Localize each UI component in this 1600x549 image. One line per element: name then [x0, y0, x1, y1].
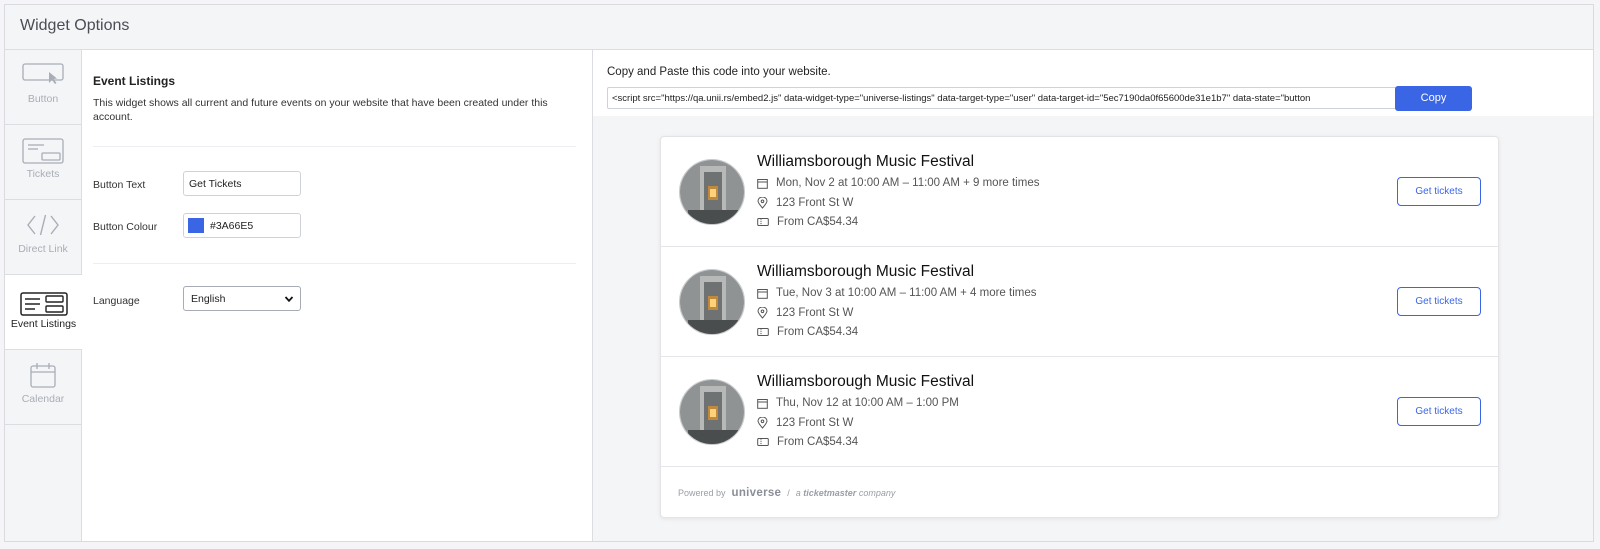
calendar-icon	[757, 398, 768, 409]
button-text-input[interactable]: Get Tickets	[183, 171, 301, 196]
button-colour-input[interactable]: #3A66E5	[183, 213, 301, 238]
event-date: Tue, Nov 3 at 10:00 AM – 11:00 AM + 4 mo…	[776, 287, 1037, 299]
sidebar-item-tickets[interactable]: Tickets	[5, 125, 81, 200]
event-image	[679, 159, 745, 225]
options-title: Event Listings	[93, 74, 176, 88]
button-icon	[22, 63, 64, 84]
divider	[93, 263, 576, 264]
footer-separator: /	[787, 488, 790, 498]
sidebar: Button Tickets Direct Link Event Listing…	[5, 50, 82, 541]
sidebar-item-label: Button	[27, 93, 59, 105]
list-item: Williamsborough Music Festival Tue, Nov …	[661, 247, 1498, 357]
header: Widget Options	[5, 5, 1593, 50]
ticket-icon	[757, 328, 769, 336]
page-title: Widget Options	[20, 17, 130, 34]
event-name[interactable]: Williamsborough Music Festival	[757, 153, 974, 171]
embed-code-input[interactable]: <script src="https://qa.unii.rs/embed2.j…	[607, 87, 1397, 109]
ticketmaster-tagline: a ticketmaster company	[796, 488, 896, 498]
options-description: This widget shows all current and future…	[93, 97, 548, 123]
colour-swatch[interactable]	[188, 218, 204, 233]
location-pin-icon	[757, 307, 768, 319]
sidebar-item-label: Direct Link	[18, 243, 68, 255]
chevron-down-icon	[284, 296, 294, 303]
event-price: From CA$54.34	[777, 216, 859, 228]
sidebar-item-label: Event Listings	[10, 318, 77, 330]
event-name[interactable]: Williamsborough Music Festival	[757, 263, 974, 281]
powered-by-text: Powered by	[678, 488, 726, 498]
embed-code-section: Copy and Paste this code into your websi…	[593, 50, 1593, 116]
code-icon	[27, 214, 59, 236]
tagline-prefix: a	[795, 488, 801, 498]
ticket-icon	[757, 438, 769, 446]
divider	[93, 146, 576, 147]
event-image	[679, 379, 745, 445]
event-price: From CA$54.34	[777, 436, 859, 448]
event-location-row: 123 Front St W	[757, 307, 853, 319]
sidebar-item-button[interactable]: Button	[5, 50, 81, 125]
event-price: From CA$54.34	[777, 326, 859, 338]
event-date-row: Mon, Nov 2 at 10:00 AM – 11:00 AM + 9 mo…	[757, 177, 1039, 189]
calendar-icon	[757, 288, 768, 299]
ticket-icon	[757, 218, 769, 226]
list-item: Williamsborough Music Festival Thu, Nov …	[661, 357, 1498, 467]
event-location-row: 123 Front St W	[757, 417, 853, 429]
universe-logo[interactable]: universe	[732, 487, 782, 499]
language-selected-value: English	[191, 293, 226, 305]
event-location: 123 Front St W	[776, 197, 854, 209]
tagline-suffix: company	[858, 488, 896, 498]
event-date: Mon, Nov 2 at 10:00 AM – 11:00 AM + 9 mo…	[776, 177, 1040, 189]
event-date-row: Thu, Nov 12 at 10:00 AM – 1:00 PM	[757, 397, 959, 409]
powered-by-footer: Powered by universe / a ticketmaster com…	[678, 487, 895, 499]
event-date-row: Tue, Nov 3 at 10:00 AM – 11:00 AM + 4 mo…	[757, 287, 1036, 299]
location-pin-icon	[757, 417, 768, 429]
widget-options-window: Widget Options Button Tickets Direct Lin…	[4, 4, 1594, 542]
sidebar-item-label: Calendar	[21, 393, 65, 405]
sidebar-item-calendar[interactable]: Calendar	[5, 350, 81, 425]
list-item: Williamsborough Music Festival Mon, Nov …	[661, 137, 1498, 247]
sidebar-item-direct-link[interactable]: Direct Link	[5, 200, 81, 275]
language-select[interactable]: English	[183, 286, 301, 311]
embed-code-title: Copy and Paste this code into your websi…	[607, 66, 831, 78]
event-location: 123 Front St W	[776, 307, 854, 319]
sidebar-item-label: Tickets	[26, 168, 60, 180]
event-price-row: From CA$54.34	[757, 436, 858, 448]
event-location-row: 123 Front St W	[757, 197, 853, 209]
preview-area: Copy and Paste this code into your websi…	[593, 50, 1593, 541]
language-label: Language	[93, 295, 140, 307]
event-thumbnail-icon	[680, 380, 744, 444]
event-price-row: From CA$54.34	[757, 216, 858, 228]
get-tickets-button[interactable]: Get tickets	[1397, 397, 1481, 426]
colour-value: #3A66E5	[210, 220, 254, 232]
get-tickets-button[interactable]: Get tickets	[1397, 287, 1481, 316]
event-price-row: From CA$54.34	[757, 326, 858, 338]
get-tickets-button[interactable]: Get tickets	[1397, 177, 1481, 206]
event-thumbnail-icon	[680, 270, 744, 334]
copy-button[interactable]: Copy	[1395, 86, 1472, 111]
event-name[interactable]: Williamsborough Music Festival	[757, 373, 974, 391]
event-date: Thu, Nov 12 at 10:00 AM – 1:00 PM	[776, 397, 959, 409]
event-location: 123 Front St W	[776, 417, 854, 429]
button-colour-label: Button Colour	[93, 221, 158, 233]
event-image	[679, 269, 745, 335]
event-listings-preview: Williamsborough Music Festival Mon, Nov …	[660, 136, 1499, 518]
event-thumbnail-icon	[680, 160, 744, 224]
button-text-label: Button Text	[93, 179, 146, 191]
ticketmaster-logo: ticketmaster	[803, 488, 857, 498]
options-panel: Event Listings This widget shows all cur…	[82, 50, 593, 541]
location-pin-icon	[757, 197, 768, 209]
calendar-icon	[30, 363, 56, 388]
event-listings-icon	[19, 292, 68, 316]
sidebar-item-event-listings[interactable]: Event Listings	[5, 275, 82, 350]
calendar-icon	[757, 178, 768, 189]
tickets-icon	[22, 138, 64, 164]
